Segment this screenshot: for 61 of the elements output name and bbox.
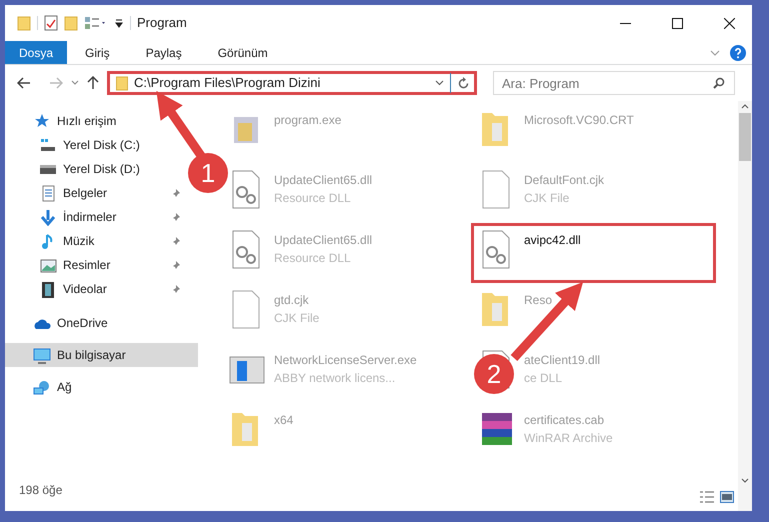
network-icon	[33, 378, 51, 396]
file-type: ce DLL	[524, 370, 564, 387]
details-view-icon[interactable]	[700, 491, 714, 503]
ribbon-tab[interactable]: Görünüm	[200, 41, 286, 64]
pin-icon[interactable]	[171, 236, 181, 246]
nav-item[interactable]: Belgeler	[5, 181, 183, 205]
file-name[interactable]: avipc42.dll	[524, 231, 581, 249]
properties-icon[interactable]	[44, 15, 58, 31]
pin-icon[interactable]	[171, 188, 181, 198]
address-bar[interactable]: C:\Program Files\Program Dizini	[107, 71, 477, 95]
file-type: Resource DLL	[274, 190, 352, 207]
file-type: WinRAR Archive	[524, 430, 613, 447]
pin-icon[interactable]	[171, 260, 181, 270]
nav-item[interactable]: OneDrive	[5, 311, 183, 335]
file-type: Resource DLL	[274, 250, 352, 267]
close-icon	[724, 18, 734, 28]
refresh-icon[interactable]	[457, 76, 470, 90]
nav-item[interactable]: Videolar	[5, 277, 183, 301]
ribbon-tab[interactable]: Paylaş	[128, 41, 200, 64]
help-icon[interactable]	[730, 44, 746, 60]
folder-icon	[116, 76, 128, 90]
ribbon-tab[interactable]: Giriş	[67, 41, 128, 64]
download-arrow-icon	[39, 208, 57, 226]
address-path: C:\Program Files\Program Dizini	[134, 74, 320, 92]
nav-item[interactable]: Resimler	[5, 253, 183, 277]
monitor-icon	[33, 346, 51, 364]
scroll-up-icon[interactable]	[741, 104, 749, 109]
minimize-icon	[620, 22, 630, 24]
scroll-thumb[interactable]	[739, 113, 751, 161]
search-icon[interactable]	[713, 77, 725, 89]
file-type: CJK File	[524, 190, 570, 207]
nav-item[interactable]: Müzik	[5, 229, 183, 253]
star-icon	[33, 112, 51, 130]
expand-ribbon-icon[interactable]	[710, 50, 720, 56]
dropdown-icon[interactable]	[435, 80, 444, 86]
recent-dropdown-icon[interactable]	[71, 80, 79, 86]
pin-icon[interactable]	[171, 284, 181, 294]
nav-item[interactable]: İndirmeler	[5, 205, 183, 229]
nav-item[interactable]: Ağ	[5, 375, 183, 399]
nav-item[interactable]: Yerel Disk (D:)	[5, 157, 183, 181]
window-title: Program	[137, 14, 187, 32]
scrollbar[interactable]	[738, 101, 752, 511]
nav-item[interactable]: Hızlı erişim	[5, 109, 183, 133]
film-icon	[39, 280, 57, 298]
back-arrow-icon[interactable]	[17, 77, 31, 89]
up-arrow-icon[interactable]	[87, 76, 99, 90]
pin-icon[interactable]	[171, 212, 181, 222]
file-type: ABBY network licens...	[274, 370, 396, 387]
scroll-down-icon[interactable]	[741, 478, 749, 483]
large-icons-view-icon[interactable]	[720, 491, 734, 503]
nav-item[interactable]: Yerel Disk (C:)	[5, 133, 183, 157]
maximize-icon	[672, 18, 682, 28]
file-type: CJK File	[274, 310, 320, 327]
item-count: 198 öğe	[19, 482, 64, 499]
search-field[interactable]: Ara: Program	[493, 71, 735, 95]
ribbon-tab[interactable]: Dosya	[5, 41, 68, 64]
view-icon[interactable]	[84, 16, 108, 30]
nav-item[interactable]: Bu bilgisayar	[5, 343, 198, 367]
dropdown-icon[interactable]	[114, 18, 124, 28]
picture-icon	[39, 256, 57, 274]
drive-icon	[39, 136, 57, 154]
